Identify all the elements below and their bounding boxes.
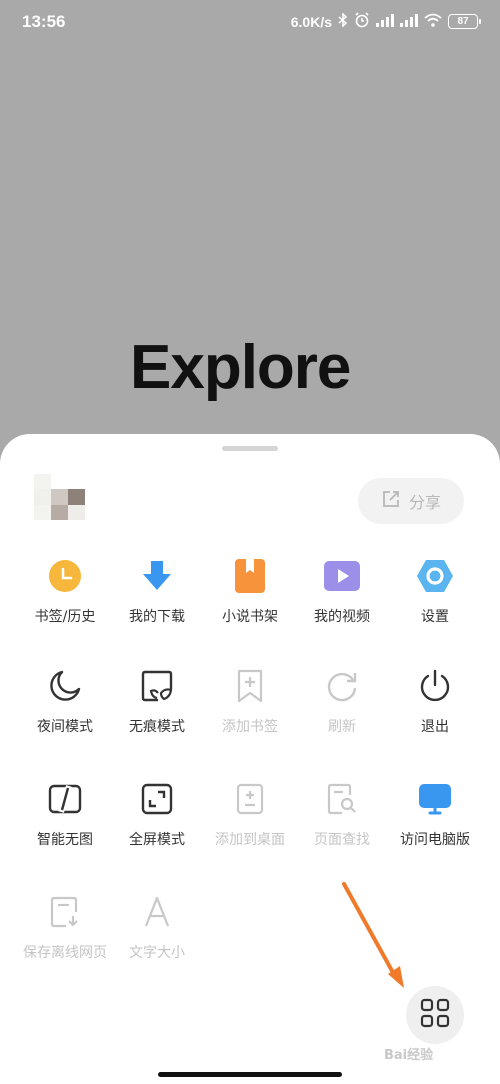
video-icon [322, 556, 362, 596]
text-size-icon [137, 892, 177, 932]
menu-item-fullscreen[interactable]: 全屏模式 [111, 779, 203, 849]
download-icon [137, 556, 177, 596]
status-time: 13:56 [22, 12, 66, 31]
watermark: Bai经验 [384, 1048, 434, 1063]
power-icon [415, 666, 455, 706]
battery-icon: 87 [448, 14, 481, 29]
menu-item-smart-no-image[interactable]: 智能无图 [19, 779, 111, 849]
home-indicator[interactable] [158, 1072, 342, 1077]
menu-item-videos[interactable]: 我的视频 [296, 556, 388, 626]
menu-item-label: 我的下载 [129, 609, 185, 625]
share-button[interactable]: 分享 [358, 478, 464, 524]
menu-item-label: 访问电脑版 [400, 832, 470, 848]
menu-item-settings[interactable]: 设置 [389, 556, 481, 626]
add-to-desktop-icon [230, 779, 270, 819]
alarm-icon [354, 12, 370, 31]
signal-icon [376, 13, 394, 30]
menu-item-label: 添加书签 [222, 719, 278, 735]
menu-item-label: 文字大小 [129, 945, 185, 961]
menu-item-label: 添加到桌面 [215, 832, 285, 848]
more-apps-button[interactable] [406, 986, 464, 1044]
menu-item-find-in-page: 页面查找 [296, 779, 388, 849]
add-bookmark-icon [230, 666, 270, 706]
menu-item-label: 页面查找 [314, 832, 370, 848]
network-speed: 6.0K/s [290, 13, 332, 30]
settings-icon [415, 556, 455, 596]
bookmark-history-icon [45, 556, 85, 596]
menu-item-label: 夜间模式 [37, 719, 93, 735]
incognito-icon [137, 666, 177, 706]
menu-item-text-size: 文字大小 [111, 892, 203, 962]
menu-item-label: 保存离线网页 [23, 945, 107, 961]
moon-icon [45, 666, 85, 706]
menu-item-label: 刷新 [328, 719, 356, 735]
menu-item-label: 书签/历史 [34, 609, 96, 625]
signal-hd-icon [400, 13, 418, 30]
menu-item-label: 智能无图 [37, 832, 93, 848]
drag-handle[interactable] [222, 446, 278, 451]
menu-item-label: 我的视频 [314, 609, 370, 625]
share-label: 分享 [408, 493, 441, 512]
menu-item-incognito[interactable]: 无痕模式 [111, 666, 203, 736]
grid-icon [420, 998, 450, 1032]
status-bar: 13:56 6.0K/s 87 [0, 0, 500, 44]
fullscreen-icon [137, 779, 177, 819]
explore-logo: Explore [130, 330, 370, 410]
menu-item-add-to-desktop: 添加到桌面 [204, 779, 296, 849]
menu-item-night-mode[interactable]: 夜间模式 [19, 666, 111, 736]
menu-item-downloads[interactable]: 我的下载 [111, 556, 203, 626]
menu-item-exit[interactable]: 退出 [389, 666, 481, 736]
menu-item-bookmarks-history[interactable]: 书签/历史 [19, 556, 111, 626]
desktop-version-icon [415, 779, 455, 819]
menu-item-add-bookmark: 添加书签 [204, 666, 296, 736]
no-image-icon [45, 779, 85, 819]
menu-sheet: 分享 书签/历史 我的下载 小说书架 我的视频 设置 夜间模式 无痕模式 添加书… [0, 434, 500, 1084]
find-in-page-icon [322, 779, 362, 819]
menu-item-label: 设置 [421, 609, 449, 625]
bookshelf-icon [230, 556, 270, 596]
wifi-icon [424, 13, 442, 30]
menu-item-label: 退出 [421, 719, 449, 735]
menu-item-label: 小说书架 [222, 609, 278, 625]
explore-logo-text: Explore [130, 333, 350, 402]
menu-item-desktop-version[interactable]: 访问电脑版 [389, 779, 481, 849]
menu-item-refresh: 刷新 [296, 666, 388, 736]
menu-item-label: 无痕模式 [129, 719, 185, 735]
menu-item-label: 全屏模式 [129, 832, 185, 848]
share-icon [381, 489, 401, 513]
annotation-arrow [330, 874, 420, 994]
save-offline-icon [45, 892, 85, 932]
bluetooth-icon [338, 12, 348, 30]
menu-item-bookshelf[interactable]: 小说书架 [204, 556, 296, 626]
menu-item-save-offline: 保存离线网页 [19, 892, 111, 962]
status-icons: 6.0K/s 87 [290, 12, 481, 31]
site-favicon [34, 474, 86, 520]
refresh-icon [322, 666, 362, 706]
